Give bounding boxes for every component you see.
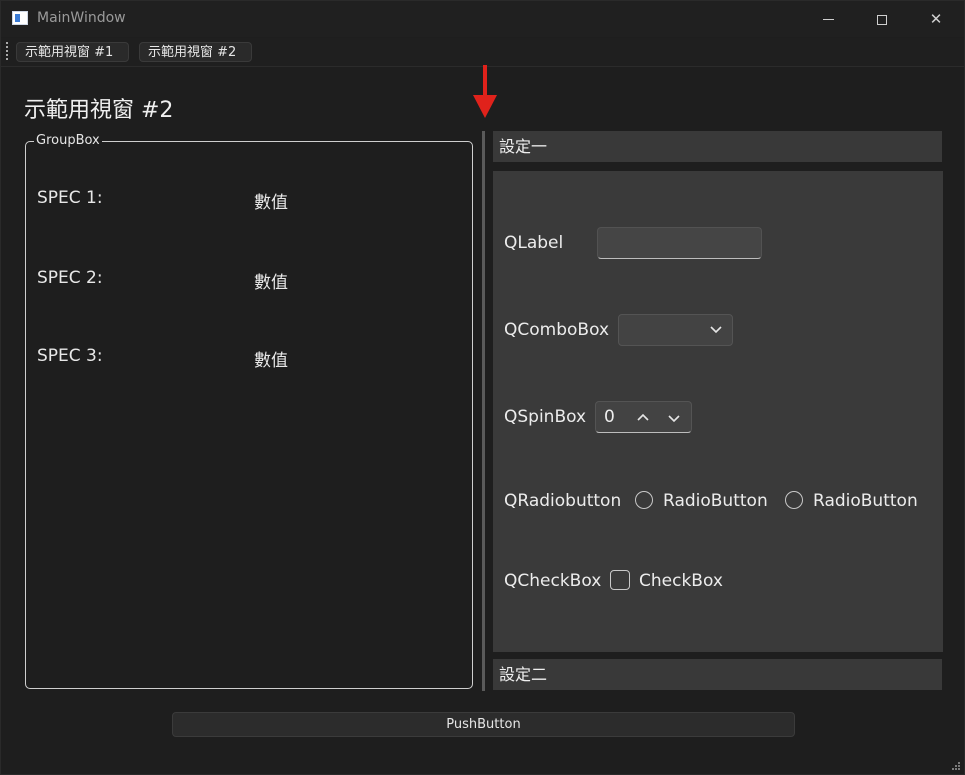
checkbox-text[interactable]: CheckBox [639,571,723,591]
settings-panel: QLabel QComboBox QSpinBox 0 QRadiobutton… [493,171,943,652]
splitter-handle[interactable] [482,131,485,691]
toolbar-button-window-1[interactable]: 示範用視窗 #1 [16,42,129,62]
toolbar: 示範用視窗 #1 示範用視窗 #2 [1,38,964,67]
page-title: 示範用視窗 #2 [24,98,174,123]
main-window: MainWindow ✕ 示範用視窗 #1 示範用視窗 #2 示範用視窗 #2 … [0,0,965,775]
resize-grip-icon[interactable] [951,761,961,771]
qlabel-input[interactable] [597,227,762,259]
groupbox-title: GroupBox [34,133,102,148]
section-header-settings-2[interactable]: 設定二 [493,659,942,690]
spec-1-label: SPEC 1: [37,188,103,208]
maximize-icon [877,14,887,25]
qcombobox-dropdown[interactable] [618,314,733,346]
qcheckbox-label: QCheckBox [504,571,602,591]
spec-3-label: SPEC 3: [37,346,103,366]
section-header-settings-1[interactable]: 設定一 [493,131,942,162]
spec-2-value: 數值 [254,273,288,293]
toolbar-grip-handle[interactable] [6,42,8,62]
close-button[interactable]: ✕ [909,1,963,37]
checkbox[interactable] [610,570,630,590]
app-window-icon [12,11,28,25]
radio-button-1-label[interactable]: RadioButton [663,491,768,511]
minimize-icon [822,19,834,20]
groupbox: GroupBox SPEC 1: 數值 SPEC 2: 數值 SPEC 3: 數… [25,133,473,689]
qradiobutton-label: QRadiobutton [504,491,622,511]
spec-1-value: 數值 [254,193,288,213]
radio-button-1[interactable] [635,491,653,509]
chevron-down-icon [710,326,722,334]
title-bar[interactable]: MainWindow ✕ [1,1,964,37]
window-title: MainWindow [37,10,126,26]
maximize-button[interactable] [855,1,909,37]
push-button[interactable]: PushButton [172,712,795,737]
qlabel-label: QLabel [504,233,564,253]
qspinbox-value: 0 [604,407,615,427]
minimize-button[interactable] [801,1,855,37]
red-down-arrow-icon [473,65,497,118]
qcombobox-label: QComboBox [504,320,610,340]
radio-button-2-label[interactable]: RadioButton [813,491,918,511]
spec-3-value: 數值 [254,351,288,371]
spin-up-icon[interactable] [636,411,650,425]
spec-2-label: SPEC 2: [37,268,103,288]
qspinbox[interactable]: 0 [595,401,692,433]
radio-button-2[interactable] [785,491,803,509]
toolbar-button-window-2[interactable]: 示範用視窗 #2 [139,42,252,62]
spin-down-icon[interactable] [667,411,681,425]
close-icon: ✕ [929,10,943,28]
qspinbox-label: QSpinBox [504,407,587,427]
